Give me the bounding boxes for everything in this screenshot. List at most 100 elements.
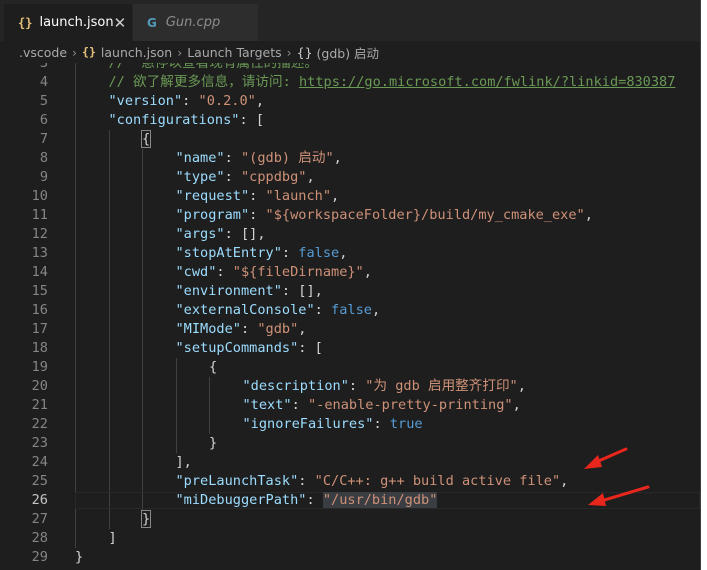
code-token: : <box>224 169 241 185</box>
code-token: "cppdbg" <box>240 169 307 185</box>
code-token: : <box>249 207 266 223</box>
code-token: "0.2.0" <box>198 93 256 109</box>
breadcrumb-item-launch-json[interactable]: launch.json <box>101 45 172 60</box>
code-token: "cwd" <box>175 264 217 280</box>
code-editor[interactable]: 3 // 悬停以查看现有属性的描述。 4 // 欲了解更多信息，请访问: https:… <box>0 63 700 570</box>
tab-label: launch.json <box>39 15 114 30</box>
code-token: : <box>373 416 390 432</box>
code-token: "C/C++: g++ build active file" <box>314 473 561 489</box>
line-number: 17 <box>31 321 48 337</box>
code-token: "setupCommands" <box>175 340 299 356</box>
code-line[interactable]: 12 "args": [], <box>0 225 700 244</box>
code-token: "configurations" <box>108 112 240 128</box>
line-number: 24 <box>31 454 48 470</box>
code-line[interactable]: 28] <box>0 529 700 548</box>
code-line[interactable]: 9 "type": "cppdbg", <box>0 168 700 187</box>
code-text: "ignoreFailures": true <box>243 415 423 434</box>
line-number: 5 <box>39 93 48 109</box>
code-text: "stopAtEntry": false, <box>176 244 348 263</box>
code-token: : <box>291 397 308 413</box>
code-line[interactable]: 7{ <box>0 130 700 149</box>
chevron-right-icon: › <box>286 44 292 60</box>
code-line[interactable]: 18 "setupCommands": [ <box>0 339 700 358</box>
close-icon[interactable]: ✕ <box>114 14 127 32</box>
code-token: "ignoreFailures" <box>242 416 374 432</box>
code-line[interactable]: 11 "program": "${workspaceFolder}/build/m… <box>0 206 700 225</box>
code-line[interactable]: 13 "stopAtEntry": false, <box>0 244 700 263</box>
code-token: : <box>216 264 233 280</box>
code-text: } <box>75 548 83 567</box>
code-text: "miDebuggerPath": "/usr/bin/gdb" <box>176 491 438 510</box>
code-token: "preLaunchTask" <box>175 473 299 489</box>
code-token: "version" <box>108 93 183 109</box>
object-braces-icon: {} <box>296 44 313 60</box>
json-braces-icon: {} <box>18 15 33 30</box>
breadcrumb-item-vscode[interactable]: .vscode <box>19 45 67 60</box>
code-line[interactable]: 21 "text": "-enable-pretty-printing", <box>0 396 700 415</box>
code-line[interactable]: 4 // 欲了解更多信息，请访问: https://go.microsoft.co… <box>0 73 700 92</box>
code-token: , <box>517 378 526 394</box>
code-token: "type" <box>175 169 225 185</box>
line-number: 25 <box>31 473 48 489</box>
code-token: "stopAtEntry" <box>175 245 282 261</box>
code-line[interactable]: 6 "configurations": [ <box>0 111 700 130</box>
tab-bar: {} launch.json ✕ G Gun.cpp <box>0 0 700 41</box>
code-text: { <box>209 358 217 377</box>
tab-launch-json[interactable]: {} launch.json ✕ <box>4 4 132 41</box>
code-token: "gdb" <box>257 321 299 337</box>
code-token: : <box>249 188 266 204</box>
breadcrumb: .vscode › {} launch.json › Launch Target… <box>0 41 700 63</box>
code-token: , <box>512 397 521 413</box>
code-token: } <box>209 435 218 451</box>
code-line[interactable]: 3 // 悬停以查看现有属性的描述。 <box>0 63 700 73</box>
code-token: "/usr/bin/gdb" <box>322 492 438 508</box>
code-token: } <box>140 510 152 528</box>
line-number: 18 <box>31 340 48 356</box>
json-braces-icon: {} <box>82 45 96 59</box>
breadcrumb-item-launch-targets[interactable]: Launch Targets <box>187 45 281 60</box>
code-line[interactable]: 8 "name": "(gdb) 启动", <box>0 149 700 168</box>
code-line[interactable]: 20 "description": "为 gdb 启用整齐打印", <box>0 377 700 396</box>
code-line[interactable]: 22 "ignoreFailures": true <box>0 415 700 434</box>
line-number: 12 <box>31 226 48 242</box>
code-line[interactable]: 25 "preLaunchTask": "C/C++: g++ build act… <box>0 472 700 491</box>
code-text: "setupCommands": [ <box>176 339 323 358</box>
code-line[interactable]: 5 "version": "0.2.0", <box>0 92 700 111</box>
code-token: "MIMode" <box>175 321 241 337</box>
code-text: "cwd": "${fileDirname}", <box>176 263 372 282</box>
line-number: 9 <box>39 169 48 185</box>
code-line[interactable]: 14 "cwd": "${fileDirname}", <box>0 263 700 282</box>
code-line[interactable]: 15 "environment": [], <box>0 282 700 301</box>
code-line[interactable]: 26 "miDebuggerPath": "/usr/bin/gdb" <box>0 491 700 510</box>
code-text: { <box>140 130 152 149</box>
code-text: } <box>209 434 217 453</box>
line-number: 22 <box>31 416 48 432</box>
line-number: 6 <box>39 112 48 128</box>
tab-gun-cpp[interactable]: G Gun.cpp <box>132 4 258 41</box>
code-token: , <box>306 169 315 185</box>
code-text: "request": "launch", <box>176 187 340 206</box>
code-token: false <box>298 245 340 261</box>
code-token: , <box>339 245 348 261</box>
code-line[interactable]: 23} <box>0 434 700 453</box>
code-line[interactable]: 10 "request": "launch", <box>0 187 700 206</box>
window-edge <box>701 0 707 570</box>
code-token: , <box>298 321 307 337</box>
code-line[interactable]: 27} <box>0 510 700 529</box>
cpp-file-icon: G <box>147 15 157 30</box>
code-token: "(gdb) 启动" <box>240 150 334 166</box>
code-text: // 悬停以查看现有属性的描述。 <box>109 63 318 73</box>
code-text: "environment": [], <box>176 282 323 301</box>
code-token: , <box>560 473 569 489</box>
code-line[interactable]: 19 { <box>0 358 700 377</box>
code-line[interactable]: 24], <box>0 453 700 472</box>
breadcrumb-item-gdb-launch[interactable]: (gdb) 启动 <box>317 43 380 62</box>
code-line[interactable]: 16 "externalConsole": false, <box>0 301 700 320</box>
code-text: "name": "(gdb) 启动", <box>176 149 342 168</box>
code-token: "text" <box>242 397 292 413</box>
code-line[interactable]: 17 "MIMode": "gdb", <box>0 320 700 339</box>
line-number: 23 <box>31 435 48 451</box>
code-token: , <box>363 264 372 280</box>
code-token: , <box>584 207 593 223</box>
code-line[interactable]: 29} <box>0 548 700 567</box>
